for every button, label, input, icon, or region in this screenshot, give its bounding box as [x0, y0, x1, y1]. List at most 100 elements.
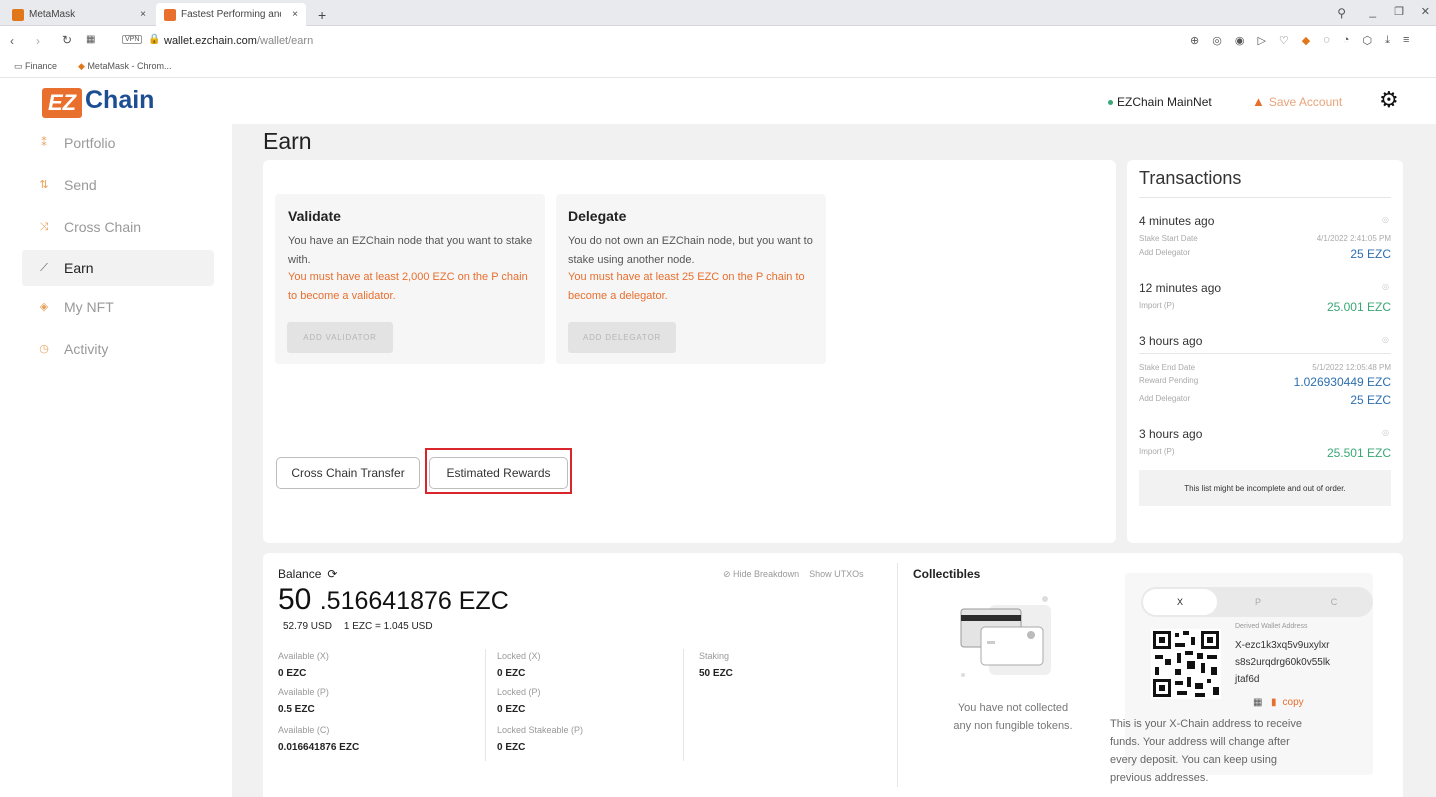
sidebar-item-label: Cross Chain	[64, 219, 142, 235]
camera-icon[interactable]: ◎	[1212, 34, 1222, 47]
validate-card: Validate You have an EZChain node that y…	[275, 194, 545, 364]
delegate-description: You do not own an EZChain node, but you …	[568, 235, 813, 266]
url-field[interactable]: wallet.ezchain.com/wallet/earn	[164, 35, 313, 47]
sidebar-item-label: My NFT	[64, 299, 114, 315]
sidebar: ⁑ Portfolio ⇅ Send ⤨ Cross Chain ⟋ Earn …	[0, 124, 232, 797]
browser-tab-ezchain[interactable]: Fastest Performing and Se ×	[156, 3, 306, 26]
refresh-icon[interactable]: ⟳	[327, 567, 337, 581]
extension-icon[interactable]: ◔	[1343, 34, 1350, 47]
bookmarks-bar: ▭ Finance ◆ MetaMask - Chrom...	[0, 56, 1436, 78]
sidebar-item-cross-chain[interactable]: ⤨ Cross Chain	[22, 209, 214, 245]
sidebar-item-portfolio[interactable]: ⁑ Portfolio	[22, 125, 214, 161]
cube-icon[interactable]: ⬡	[1362, 34, 1372, 47]
extension-icon[interactable]: ◌	[1323, 34, 1330, 47]
sidebar-item-label: Send	[64, 177, 97, 193]
menu-icon[interactable]: ≡	[1403, 34, 1409, 47]
delegate-title: Delegate	[568, 208, 627, 224]
show-utxos-link[interactable]: Show UTXOs	[809, 569, 864, 580]
locked-p-label: Locked (P)	[497, 687, 541, 697]
earn-card: Validate You have an EZChain node that y…	[263, 160, 1116, 543]
download-icon[interactable]: ⤓	[1385, 34, 1390, 47]
network-indicator[interactable]: EZChain MainNet	[1108, 95, 1212, 109]
tx-time: 3 hours ago	[1139, 427, 1203, 441]
staking-label: Staking	[699, 651, 730, 661]
tx-label: Stake End Date	[1139, 363, 1196, 372]
collectibles-title: Collectibles	[913, 567, 981, 581]
info-line: funds. Your address will change after	[1110, 736, 1290, 748]
divider	[1139, 197, 1391, 198]
search-icon[interactable]: ⚲	[1337, 6, 1346, 20]
sidebar-item-earn[interactable]: ⟋ Earn	[22, 250, 214, 286]
tx-amount: 25.001 EZC	[1326, 300, 1391, 314]
chain-tab-x[interactable]: X	[1143, 589, 1217, 615]
transactions-disclaimer: This list might be incomplete and out of…	[1139, 470, 1391, 506]
minimize-icon[interactable]: _	[1369, 4, 1376, 18]
metamask-fox-icon: ◆	[78, 61, 85, 71]
sidebar-item-activity[interactable]: ◷ Activity	[22, 331, 214, 367]
close-tab-icon[interactable]: ×	[292, 9, 298, 20]
view-icon[interactable]: ◎	[1382, 428, 1389, 437]
metamask-fox-icon	[12, 8, 24, 21]
sidebar-item-my-nft[interactable]: ◈ My NFT	[22, 289, 214, 325]
validate-description: You have an EZChain node that you want t…	[288, 235, 533, 266]
sidebar-item-send[interactable]: ⇅ Send	[22, 167, 214, 203]
locked-x-value: 0 EZC	[497, 668, 526, 679]
new-tab-button[interactable]: +	[310, 3, 334, 26]
heart-icon[interactable]: ♡	[1279, 34, 1289, 47]
back-icon[interactable]: ‹	[10, 34, 14, 48]
close-window-icon[interactable]: ✕	[1421, 5, 1430, 18]
send-icon: ⇅	[39, 179, 49, 191]
shield-icon[interactable]: ◉	[1235, 34, 1245, 47]
bookmark-label: MetaMask - Chrom...	[87, 61, 172, 71]
view-icon[interactable]: ◎	[1382, 215, 1389, 224]
restore-icon[interactable]: ❐	[1394, 5, 1404, 18]
earn-chart-icon: ⟋	[40, 262, 48, 274]
transactions-panel: Transactions 4 minutes ago ◎ Stake Start…	[1127, 160, 1403, 543]
qr-small-icon[interactable]: ▦	[1253, 697, 1262, 708]
wallet-address[interactable]: X-ezc1k3xq5v9uxylxr s8s2urqdrg60k0v55lk …	[1235, 637, 1330, 688]
eye-slash-icon: ⊘	[723, 569, 734, 579]
copy-address-button[interactable]: ▮ copy	[1271, 697, 1304, 708]
estimated-rewards-button[interactable]: Estimated Rewards	[429, 457, 568, 489]
empty-collectibles-illustration	[960, 596, 1051, 677]
ezchain-logo-mark[interactable]: EZ	[42, 88, 82, 118]
balance-whole: 50	[278, 583, 312, 616]
play-icon[interactable]: ▷	[1257, 34, 1265, 47]
save-account-link[interactable]: ▲ Save Account	[1252, 94, 1342, 109]
hide-breakdown-toggle[interactable]: ⊘ Hide Breakdown	[723, 569, 799, 580]
browser-tab-metamask[interactable]: MetaMask ×	[4, 3, 154, 26]
chain-tab-c[interactable]: C	[1297, 589, 1371, 615]
qr-code-icon	[1151, 629, 1221, 699]
cross-chain-transfer-button[interactable]: Cross Chain Transfer	[276, 457, 420, 489]
view-icon[interactable]: ◎	[1382, 335, 1389, 344]
settings-gear-icon[interactable]: ⚙	[1379, 87, 1399, 113]
tx-label: Import (P)	[1139, 301, 1175, 310]
derived-address-label: Derived Wallet Address	[1235, 623, 1308, 630]
tx-label: Add Delegator	[1139, 394, 1191, 403]
view-icon[interactable]: ◎	[1382, 282, 1389, 291]
extension-icon[interactable]: ⊕	[1190, 34, 1199, 47]
tx-label: Import (P)	[1139, 447, 1175, 456]
speed-dial-icon[interactable]: ▦	[86, 34, 95, 45]
tx-label: Add Delegator	[1139, 248, 1191, 257]
forward-icon[interactable]: ›	[36, 34, 40, 48]
ezchain-logo-text[interactable]: Chain	[85, 86, 154, 115]
tab-title: MetaMask	[29, 9, 76, 20]
add-validator-button[interactable]: ADD VALIDATOR	[287, 322, 393, 353]
vpn-badge[interactable]: VPN	[122, 35, 143, 44]
info-line: every deposit. You can keep using	[1110, 754, 1277, 766]
balance-usd-row: 52.79 USD 1 EZC = 1.045 USD	[283, 621, 433, 632]
balance-card: Balance ⟳ ⊘ Hide Breakdown Show UTXOs 50…	[263, 553, 1403, 797]
locked-stakeable-label: Locked Stakeable (P)	[497, 725, 584, 735]
bookmark-metamask[interactable]: ◆ MetaMask - Chrom...	[78, 61, 171, 72]
add-delegator-button[interactable]: ADD DELEGATOR	[568, 322, 676, 353]
metamask-extension-icon[interactable]: ◆	[1302, 34, 1310, 47]
reload-icon[interactable]: ↻	[62, 33, 72, 47]
divider	[897, 563, 898, 787]
locked-x-label: Locked (X)	[497, 651, 541, 661]
chain-tab-p[interactable]: P	[1221, 589, 1295, 615]
close-tab-icon[interactable]: ×	[140, 9, 146, 20]
tx-label: Stake Start Date	[1139, 234, 1198, 243]
bookmark-finance[interactable]: ▭ Finance	[14, 61, 57, 72]
balance-toolbar: ⊘ Hide Breakdown Show UTXOs	[723, 569, 864, 580]
